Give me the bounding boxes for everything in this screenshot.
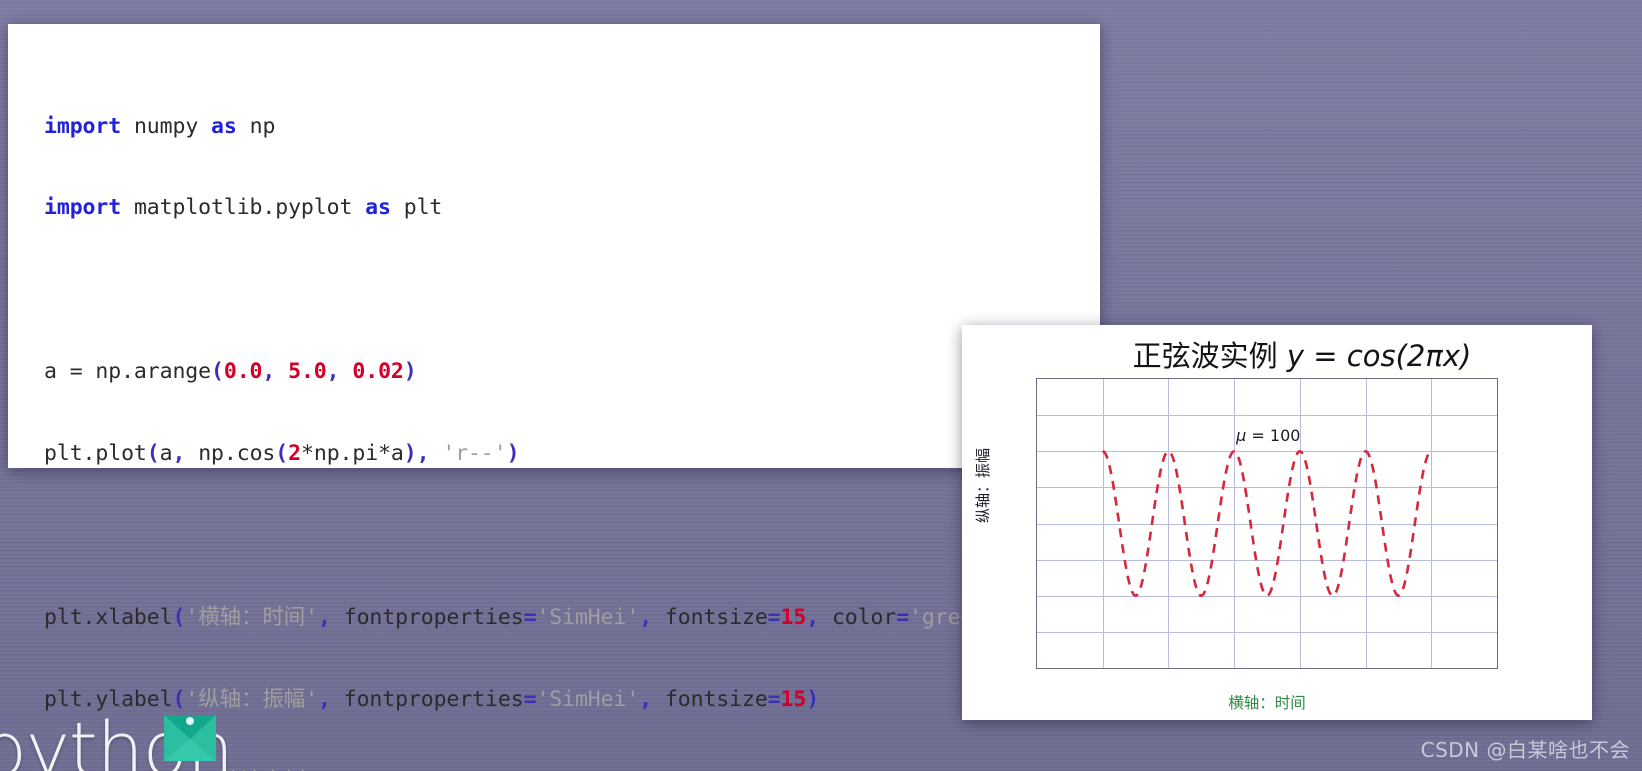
x-tick-mark	[1102, 668, 1104, 669]
chart-title-math: y = cos(2πx)	[1286, 339, 1472, 373]
python-code-block: import numpy as np import matplotlib.pyp…	[44, 58, 1025, 771]
code-panel: import numpy as np import matplotlib.pyp…	[8, 24, 1100, 771]
slide-canvas: import numpy as np import matplotlib.pyp…	[0, 0, 1642, 771]
code-line: plt.xlabel('横轴：时间', fontproperties='SimH…	[44, 604, 1012, 630]
x-tick-mark	[1365, 668, 1367, 669]
mu-annotation: μ = 100	[1236, 426, 1301, 446]
x-tick-mark	[1496, 668, 1498, 669]
x-axis-label: 横轴：时间	[1228, 694, 1306, 712]
x-tick-mark	[1036, 668, 1038, 669]
x-tick-mark	[1299, 668, 1301, 669]
x-tick-mark	[1168, 668, 1170, 669]
y-axis-label: 纵轴：振幅	[974, 447, 992, 523]
matplotlib-figure: 正弦波实例 y = cos(2πx) −2.0−1.5−1.0−0.50.00.…	[962, 325, 1592, 720]
code-line: import numpy as np	[44, 113, 276, 139]
chart-title: 正弦波实例 y = cos(2πx)	[1022, 333, 1582, 375]
code-line: import matplotlib.pyplot as plt	[44, 195, 443, 221]
chart-title-cn: 正弦波实例	[1132, 339, 1278, 373]
x-tick-mark	[1430, 668, 1432, 669]
plot-area: −2.0−1.5−1.0−0.50.00.51.01.52.0−10123456	[1036, 378, 1498, 669]
code-line: plt.plot(a, np.cos(2*np.pi*a), 'r--')	[44, 441, 520, 467]
python-logo-text: python	[0, 707, 234, 771]
code-line: a = np.arange(0.0, 5.0, 0.02)	[44, 359, 417, 385]
x-tick-mark	[1233, 668, 1235, 669]
series-cosine	[1102, 449, 1432, 598]
watermark: CSDN @白某啥也不会	[1420, 738, 1630, 762]
